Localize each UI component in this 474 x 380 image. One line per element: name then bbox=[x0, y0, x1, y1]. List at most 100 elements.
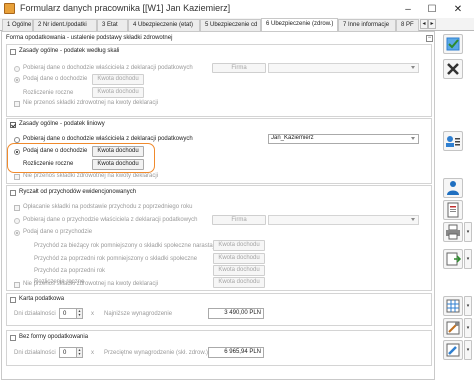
skala-checkbox[interactable] bbox=[10, 49, 16, 55]
ryczalt-no-transfer-label: Nie przenoś składki zdrowotnej na kwoty … bbox=[23, 281, 159, 287]
ryczalt-firma-button[interactable]: Firma bbox=[212, 215, 266, 225]
ryczalt-no-transfer-checkbox[interactable] bbox=[14, 282, 20, 288]
print-dropdown-arrow[interactable]: ▾ bbox=[464, 222, 472, 242]
group-title: Forma opodatkowania - ustalenie podstawy… bbox=[6, 35, 173, 41]
liniowy-owner-select[interactable]: Jan_Kaziemierz bbox=[268, 134, 419, 144]
skala-firma-select[interactable] bbox=[268, 63, 419, 73]
ryczalt-prev-checkbox[interactable] bbox=[14, 205, 20, 211]
contact-card-button[interactable] bbox=[443, 131, 463, 151]
grid-dropdown-arrow[interactable]: ▾ bbox=[464, 296, 472, 316]
bez-formy-x: x bbox=[91, 350, 94, 356]
skala-no-transfer-checkbox[interactable] bbox=[14, 101, 20, 107]
ryczalt-checkbox[interactable] bbox=[10, 190, 16, 196]
export-icon bbox=[446, 252, 462, 266]
grid-icon bbox=[446, 299, 460, 313]
ryczalt-income-label: Podaj dane o przychodzie bbox=[23, 229, 93, 235]
tab-ogolne[interactable]: 1 Ogólne bbox=[2, 19, 33, 31]
edit-button[interactable] bbox=[443, 340, 463, 360]
edit-dropdown-arrow[interactable]: ▾ bbox=[464, 340, 472, 360]
pencil-icon bbox=[446, 343, 460, 357]
ryczalt-row2-label: Przychód za poprzedni rok pomniejszony o… bbox=[34, 256, 198, 262]
maximize-button[interactable]: ☐ bbox=[420, 1, 444, 17]
bez-formy-days-label: Dni działalności bbox=[14, 350, 56, 356]
tab-ubezpieczenie-etat[interactable]: 4 Ubezpieczenie (etat) bbox=[128, 19, 200, 31]
document-button[interactable] bbox=[443, 200, 463, 220]
save-button[interactable] bbox=[443, 34, 463, 54]
tab-scroll-left[interactable]: ◂ bbox=[420, 19, 428, 29]
collapse-toggle[interactable]: − bbox=[426, 35, 433, 42]
ryczalt-owner-label: Pobieraj dane o przychodzie właściciela … bbox=[23, 217, 198, 223]
skala-title: Zasady ogólne - podatek według skali bbox=[19, 48, 120, 54]
bez-formy-avg-label: Przeciętne wynagrodzenie (skł. zdrow.) bbox=[104, 350, 209, 356]
skala-annual-label: Rozliczenie roczne bbox=[23, 90, 74, 96]
karta-days-label: Dni działalności bbox=[14, 311, 56, 317]
tools-button[interactable] bbox=[443, 318, 463, 338]
people-icon bbox=[447, 181, 459, 195]
grid-button[interactable] bbox=[443, 296, 463, 316]
skala-income-label: Podaj dane o dochodzie bbox=[23, 76, 88, 82]
ryczalt-row1-label: Przychód za bieżący rok pomniejszony o s… bbox=[34, 243, 224, 249]
save-check-icon bbox=[446, 37, 460, 51]
app-icon bbox=[4, 3, 15, 14]
skala-income-radio[interactable] bbox=[14, 77, 20, 83]
printer-icon bbox=[446, 224, 460, 240]
karta-days-spinner[interactable]: 0 ▴ ▾ bbox=[59, 308, 83, 319]
liniowy-owner-label: Pobieraj dane o dochodzie właściciela z … bbox=[23, 136, 193, 142]
bez-formy-days-spin-buttons[interactable]: ▴ ▾ bbox=[76, 348, 82, 357]
ryczalt-row1-button[interactable]: Kwota dochodu bbox=[213, 240, 265, 251]
bez-formy-checkbox[interactable] bbox=[10, 335, 16, 341]
karta-x: x bbox=[91, 311, 94, 317]
karta-title: Karta podatkowa bbox=[19, 296, 65, 302]
liniowy-no-transfer-checkbox[interactable] bbox=[14, 174, 20, 180]
contact-card-icon bbox=[446, 136, 460, 147]
export-button[interactable] bbox=[443, 249, 463, 269]
liniowy-no-transfer-label: Nie przenoś składki zdrowotnej na kwoty … bbox=[23, 173, 159, 179]
ryczalt-row2-button[interactable]: Kwota dochodu bbox=[213, 253, 265, 264]
cancel-x-icon bbox=[447, 63, 459, 75]
skala-no-transfer-label: Nie przenoś składki zdrowotnej na kwoty … bbox=[23, 100, 159, 106]
bez-formy-days-value: 0 bbox=[63, 350, 67, 356]
skala-firma-button[interactable]: Firma bbox=[212, 63, 266, 73]
ryczalt-annual-button[interactable]: Kwota dochodu bbox=[213, 277, 265, 288]
export-dropdown-arrow[interactable]: ▾ bbox=[464, 249, 472, 269]
ryczalt-owner-radio[interactable] bbox=[14, 218, 20, 224]
liniowy-checkbox[interactable] bbox=[10, 122, 16, 128]
skala-annual-button[interactable]: Kwota dochodu bbox=[92, 87, 144, 98]
bez-formy-days-spinner[interactable]: 0 ▴ ▾ bbox=[59, 347, 83, 358]
window-title: Formularz danych pracownika [[W1] Jan Ka… bbox=[20, 3, 231, 13]
ryczalt-row3-button[interactable]: Kwota dochodu bbox=[213, 265, 265, 276]
tab-scroll-right[interactable]: ▸ bbox=[428, 19, 436, 29]
tab-etat[interactable]: 3 Etat bbox=[97, 19, 128, 31]
ryczalt-title: Ryczałt od przychodów ewidencjonowanych bbox=[19, 189, 137, 195]
skala-owner-label: Pobieraj dane o dochodzie właściciela z … bbox=[23, 65, 193, 71]
people-button[interactable] bbox=[443, 178, 463, 198]
liniowy-title: Zasady ogólne - podatek liniowy bbox=[19, 121, 105, 127]
ryczalt-income-radio[interactable] bbox=[14, 230, 20, 236]
tab-ubezpieczenie-zdrow[interactable]: 6 Ubezpieczenie (zdrow.) bbox=[261, 18, 338, 31]
bez-formy-title: Bez formy opodatkowania bbox=[19, 334, 89, 340]
highlight-annotation bbox=[7, 143, 155, 173]
close-button[interactable]: ✕ bbox=[446, 1, 470, 17]
ryczalt-firma-select[interactable] bbox=[268, 215, 419, 225]
karta-checkbox[interactable] bbox=[10, 297, 16, 303]
tab-pf[interactable]: 8 PF bbox=[396, 19, 419, 31]
karta-min-value: 3 490,00 PLN bbox=[208, 308, 264, 319]
tab-nr-ident[interactable]: 2 Nr ident./podatki bbox=[33, 19, 97, 31]
tools-dropdown-arrow[interactable]: ▾ bbox=[464, 318, 472, 338]
skala-owner-radio[interactable] bbox=[14, 66, 20, 72]
minimize-button[interactable]: – bbox=[396, 1, 420, 17]
cancel-button[interactable] bbox=[443, 59, 463, 79]
tab-bar: 1 Ogólne 2 Nr ident./podatki 3 Etat 4 Ub… bbox=[0, 18, 474, 31]
ryczalt-row3-label: Przychód za poprzedni rok bbox=[34, 268, 106, 274]
bez-formy-avg-value: 6 965,94 PLN bbox=[208, 347, 264, 358]
tab-inne-informacje[interactable]: 7 Inne informacje bbox=[338, 19, 396, 31]
document-icon bbox=[447, 202, 459, 218]
karta-days-value: 0 bbox=[63, 311, 67, 317]
tab-ubezpieczenie-cd[interactable]: 5 Ubezpieczenie cd bbox=[200, 19, 261, 31]
skala-income-button[interactable]: Kwota dochodu bbox=[92, 74, 144, 85]
karta-days-spin-buttons[interactable]: ▴ ▾ bbox=[76, 309, 82, 318]
print-button[interactable] bbox=[443, 222, 463, 242]
karta-min-label: Najniższe wynagrodzenie bbox=[104, 311, 173, 317]
tools-icon bbox=[446, 321, 460, 335]
ryczalt-prev-label: Opłacanie składki na podstawie przychodu… bbox=[23, 204, 193, 210]
